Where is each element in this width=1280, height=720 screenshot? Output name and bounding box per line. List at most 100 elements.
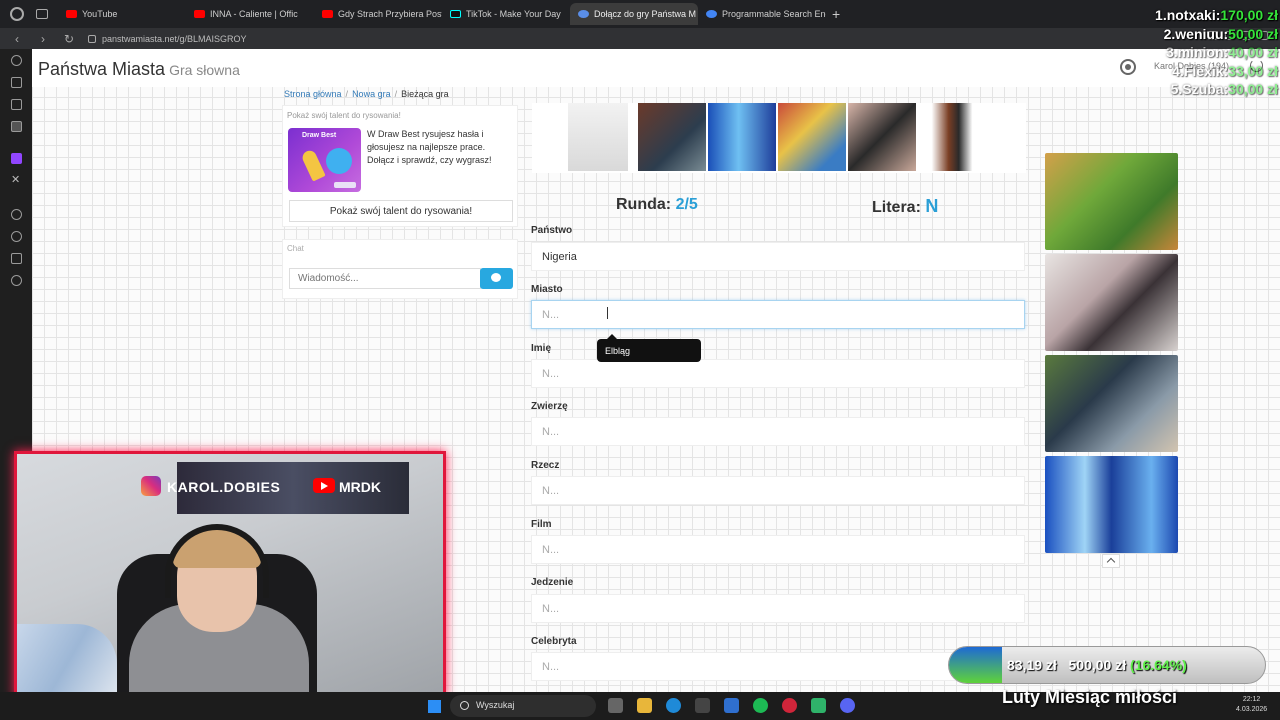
field-input-zwierze[interactable]: N... [531,417,1025,446]
history-icon[interactable] [11,55,22,66]
goal-progress-fill [949,647,1002,683]
goal-text: 83,19 zł 500,00 zł (16.64%) [1007,657,1187,673]
field-input-rzecz[interactable]: N... [531,476,1025,505]
settings-icon[interactable] [11,275,22,286]
round-indicator: Runda: 2/5 [616,196,698,213]
reload-icon[interactable]: ↻ [60,32,78,46]
field-label-rzecz: Rzecz [531,460,560,471]
promo-text: W Draw Best rysujesz hasła i głosujesz n… [367,129,492,165]
tshirt-product-image[interactable] [568,103,628,171]
site-favicon-icon [578,10,589,18]
breadcrumb-current: Bieżąca gra [401,89,449,99]
tabs-icon[interactable] [11,77,22,88]
site-subtitle: Gra słowna [169,62,240,78]
wolf-hoodie-product-image[interactable] [708,103,776,171]
workspaces-icon[interactable] [36,9,48,19]
donation-row: 5.Szuba:30,00 zł [1170,81,1278,97]
file-explorer-icon[interactable] [637,698,652,713]
tab-inna-caliente[interactable]: INNA - Caliente | Offic [186,3,314,25]
shirt-product-image[interactable] [778,103,846,171]
task-view-icon[interactable] [608,698,623,713]
browser-logo-icon[interactable] [10,7,24,21]
autocomplete-tooltip[interactable]: Elbląg [597,334,701,362]
donation-row: 4.Flexik:33,00 zł [1172,62,1278,79]
field-label-imie: Imię [531,343,552,354]
donation-row: 1.notxaki:170,00 zł [1155,7,1278,23]
draw-best-logo-text: Draw Best [302,132,337,139]
field-input-imie[interactable]: N... [531,359,1025,388]
top-donations-overlay: 1.notxaki:170,00 zł 2.weniuu:50,00 zł 3.… [1120,6,1278,99]
ad-image-1[interactable] [1045,153,1178,250]
chat-message-input[interactable] [289,268,481,289]
badge-tag [334,182,356,188]
start-button[interactable] [428,700,441,713]
app-icon[interactable] [811,698,826,713]
site-title[interactable]: Państwa Miasta Gra słowna [38,59,240,80]
breadcrumb-new-game[interactable]: Nowa gra [352,89,391,99]
letter-indicator: Litera: N [872,196,939,216]
taskbar-search[interactable]: Wyszukaj [450,695,596,717]
field-label-jedzenie: Jedzenie [531,577,574,588]
donation-row: 3.minion:40,00 zł [1165,44,1278,60]
donation-row: 2.weniuu:50,00 zł [1163,25,1278,42]
media-icon[interactable] [11,209,22,220]
promo-button[interactable]: Pokaż swój talent do rysowania! [289,200,513,222]
draw-best-promo: Pokaż swój talent do rysowania! Draw Bes… [282,105,518,227]
site-header: Państwa Miasta Gra słowna Karol Dobies (1… [32,49,1280,87]
back-icon[interactable]: ‹ [8,32,26,46]
spotify-icon[interactable] [753,698,768,713]
webcam-background-cloth [17,624,117,695]
chat-box: Chat [282,239,518,299]
ad-image-4[interactable] [1045,456,1178,553]
lock-icon[interactable] [88,34,96,43]
field-label-miasto: Miasto [531,284,563,295]
tab-programmable-search[interactable]: Programmable Search Eng [698,3,826,25]
edge-icon[interactable] [666,698,681,713]
field-input-jedzenie[interactable]: N... [531,594,1025,623]
tiktok-icon [450,10,461,18]
puzzle-icon[interactable] [11,253,22,264]
ad-image-2[interactable] [1045,254,1178,351]
youtube-icon [313,478,335,493]
gpu-keychain-product-image[interactable] [848,103,916,171]
taskbar-clock[interactable]: 22:12 4.03.2026 [1236,695,1267,715]
field-input-panstwo[interactable]: Nigeria [531,242,1025,271]
x-icon[interactable]: ✕ [11,175,22,186]
app-icon[interactable] [11,121,22,132]
webcam-overlay: KAROL.DOBIES MRDK [14,451,446,698]
field-input-film[interactable]: N... [531,535,1025,564]
ad-image-3[interactable] [1045,355,1178,452]
store-icon[interactable] [695,698,710,713]
twitch-icon[interactable] [11,153,22,164]
discord-icon[interactable] [840,698,855,713]
url-field[interactable]: panstwamiasta.net/g/BLMAISGROY [102,34,247,44]
tab-tiktok[interactable]: TikTok - Make Your Day [442,3,570,25]
tab-gdy-strach[interactable]: Gdy Strach Przybiera Post [314,3,442,25]
chat-label: Chat [287,244,304,253]
socks-product-image[interactable] [918,103,986,171]
youtube-handle: MRDK [339,479,381,495]
new-tab-button[interactable]: + [832,6,840,22]
youtube-icon [66,10,77,18]
draw-best-image[interactable]: Draw Best [288,128,361,192]
keychain-product-image[interactable] [638,103,706,171]
opera-icon[interactable] [782,698,797,713]
field-label-panstwo: Państwo [531,225,573,236]
breadcrumb-home[interactable]: Strona główna [284,89,342,99]
address-bar: ‹ › ↻ panstwamiasta.net/g/BLMAISGROY [0,28,1280,49]
instagram-handle: KAROL.DOBIES [167,479,281,495]
tab-youtube[interactable]: YouTube [58,3,186,25]
field-label-film: Film [531,519,552,530]
clock-icon[interactable] [11,231,22,242]
product-ad-strip[interactable] [532,103,1026,173]
mail-icon[interactable] [724,698,739,713]
badge-icon [326,148,352,174]
youtube-icon [322,10,333,18]
send-message-button[interactable] [480,268,513,289]
breadcrumb: Strona główna / Nowa gra / Bieżąca gra [284,89,449,99]
field-input-miasto[interactable]: N... [531,300,1025,329]
collections-icon[interactable] [11,99,22,110]
scroll-up-button[interactable] [1102,554,1120,568]
forward-icon[interactable]: › [34,32,52,46]
tab-panstwa-miasta[interactable]: Dołącz do gry Państwa M [570,3,698,25]
